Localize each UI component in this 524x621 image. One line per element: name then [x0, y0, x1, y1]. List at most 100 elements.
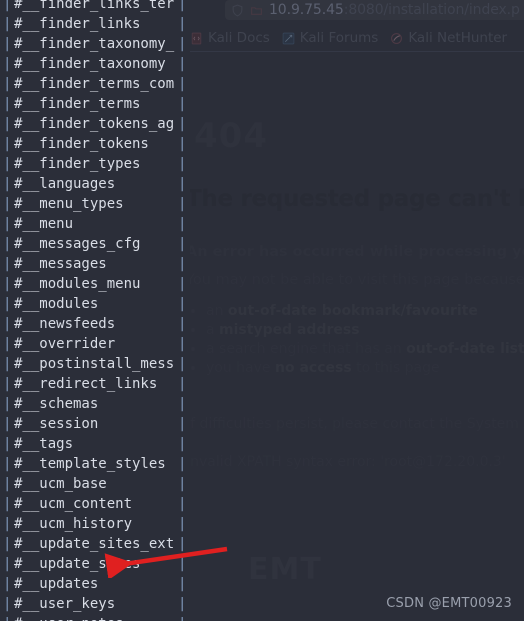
pipe-glyph: |: [3, 0, 12, 12]
pipe-glyph: |: [3, 356, 12, 372]
table-row: | #__messages |: [0, 254, 190, 274]
terminal-window[interactable]: | #__finder_links_ter | | #__finder_links | | #…: [0, 0, 190, 621]
pipe-glyph: |: [178, 396, 187, 412]
table-name-cell: #__finder_tokens: [14, 136, 149, 152]
reason-emphasis: out-of-date listing for this site: [406, 341, 524, 357]
csdn-watermark: CSDN @EMT00923: [386, 596, 512, 611]
table-name-cell: #__ucm_base: [14, 476, 107, 492]
table-name-cell: #__updates: [14, 576, 99, 592]
pipe-glyph: |: [3, 16, 12, 32]
pipe-glyph: |: [178, 216, 187, 232]
error-contact-text: If difficulties persist, please contact …: [186, 416, 524, 432]
pipe-glyph: |: [3, 576, 12, 592]
pipe-glyph: |: [3, 536, 12, 552]
error-heading: The requested page can't be found.: [186, 186, 524, 212]
table-row: | #__ucm_base |: [0, 474, 190, 494]
pipe-glyph: |: [3, 296, 12, 312]
pipe-glyph: |: [3, 456, 12, 472]
pipe-glyph: |: [178, 316, 187, 332]
table-row: | #__redirect_links |: [0, 374, 190, 394]
bookmark-label: Kali Docs: [208, 30, 270, 46]
pipe-glyph: |: [178, 96, 187, 112]
table-row: | #__session |: [0, 414, 190, 434]
table-name-cell: #__template_styles: [14, 456, 166, 472]
table-name-cell: #__modules: [14, 296, 99, 312]
table-row: | #__finder_tokens_ag |: [0, 114, 190, 134]
pipe-glyph: |: [3, 36, 12, 52]
pipe-glyph: |: [178, 76, 187, 92]
table-row: | #__messages_cfg |: [0, 234, 190, 254]
table-name-cell: #__finder_links: [14, 16, 141, 32]
table-row: | #__finder_types |: [0, 154, 190, 174]
pipe-glyph: |: [3, 556, 12, 572]
pipe-glyph: |: [178, 476, 187, 492]
table-row: |#__user_notes|: [0, 614, 190, 621]
table-name-cell: #__postinstall_mess: [14, 356, 175, 372]
table-row: | #__finder_taxonomy |: [0, 54, 190, 74]
pipe-glyph: |: [178, 196, 187, 212]
table-row: | #__ucm_history |: [0, 514, 190, 534]
table-name-cell: #__newsfeeds: [14, 316, 116, 332]
error-brandmark: 404: [194, 116, 268, 156]
pipe-glyph: |: [178, 516, 187, 532]
table-name-cell: #__update_sites_ext: [14, 536, 175, 552]
table-row: | #__finder_links |: [0, 14, 190, 34]
pipe-glyph: |: [178, 376, 187, 392]
table-row: | #__modules |: [0, 294, 190, 314]
url-bar[interactable]: 10.9.75.45:8080/installation/index.p: [225, 0, 524, 20]
table-row: | #__template_styles |: [0, 454, 190, 474]
table-name-cell: #__finder_taxonomy: [14, 56, 166, 72]
bookmark-kali-forums[interactable]: Kali Forums: [282, 30, 378, 46]
table-row: | #__modules_menu |: [0, 274, 190, 294]
table-name-cell: #__user_notes: [14, 614, 124, 621]
pipe-glyph: |: [178, 16, 187, 32]
pipe-glyph: |: [178, 336, 187, 352]
pipe-glyph: |: [178, 436, 187, 452]
error-page-content: 404 The requested page can't be found. A…: [186, 58, 524, 621]
table-name-cell: #__modules_menu: [14, 276, 141, 292]
table-row: | #__postinstall_mess |: [0, 354, 190, 374]
table-name-cell: #__languages: [14, 176, 116, 192]
bookmark-kali-docs[interactable]: Kali Docs: [190, 30, 270, 46]
folder-icon[interactable]: [250, 4, 263, 17]
url-path: :8080/installation/index.p: [343, 2, 520, 18]
pipe-glyph: |: [178, 276, 187, 292]
error-code-text: Invalid XPATH syntax error: 'root@172.20…: [186, 454, 506, 470]
table-name-cell: #__session: [14, 416, 99, 432]
pipe-glyph: |: [178, 236, 187, 252]
pipe-glyph: |: [3, 376, 12, 392]
pipe-glyph: |: [178, 56, 187, 72]
pipe-glyph: |: [178, 416, 187, 432]
list-item: an out-of-date bookmark/favourite: [206, 302, 524, 321]
table-name-cell: #__ucm_history: [14, 516, 133, 532]
pipe-glyph: |: [3, 136, 12, 152]
pipe-glyph: |: [3, 416, 12, 432]
pipe-glyph: |: [3, 596, 12, 612]
table-row: | #__menu |: [0, 214, 190, 234]
table-row: | #__finder_terms_com |: [0, 74, 190, 94]
table-row: | #__tags |: [0, 434, 190, 454]
table-row: | #__updates |: [0, 574, 190, 594]
shield-icon[interactable]: [231, 4, 244, 17]
pipe-glyph: |: [3, 116, 12, 132]
pipe-glyph: |: [178, 614, 186, 621]
bookmark-kali-nethunter[interactable]: Kali NetHunter: [390, 30, 507, 46]
pipe-glyph: |: [3, 396, 12, 412]
pipe-glyph: |: [3, 216, 12, 232]
reason-emphasis: no access: [274, 360, 352, 376]
table-row: | #__finder_taxonomy_ |: [0, 34, 190, 54]
table-row: | #__overrider |: [0, 334, 190, 354]
table-name-cell: #__tags: [14, 436, 74, 452]
url-text[interactable]: 10.9.75.45:8080/installation/index.p: [269, 2, 520, 18]
table-row: | #__user_keys |: [0, 594, 190, 614]
table-name-cell: #__finder_terms_com: [14, 76, 175, 92]
bookmark-label: Kali NetHunter: [408, 30, 508, 46]
table-row: | #__update_sites |: [0, 554, 190, 574]
pipe-glyph: |: [3, 476, 12, 492]
pipe-glyph: |: [3, 496, 12, 512]
toolbar-divider: [180, 51, 524, 52]
list-item: you have no access to this page: [206, 359, 524, 378]
table-name-cell: #__schemas: [14, 396, 99, 412]
pipe-glyph: |: [3, 614, 11, 621]
pipe-glyph: |: [178, 156, 187, 172]
